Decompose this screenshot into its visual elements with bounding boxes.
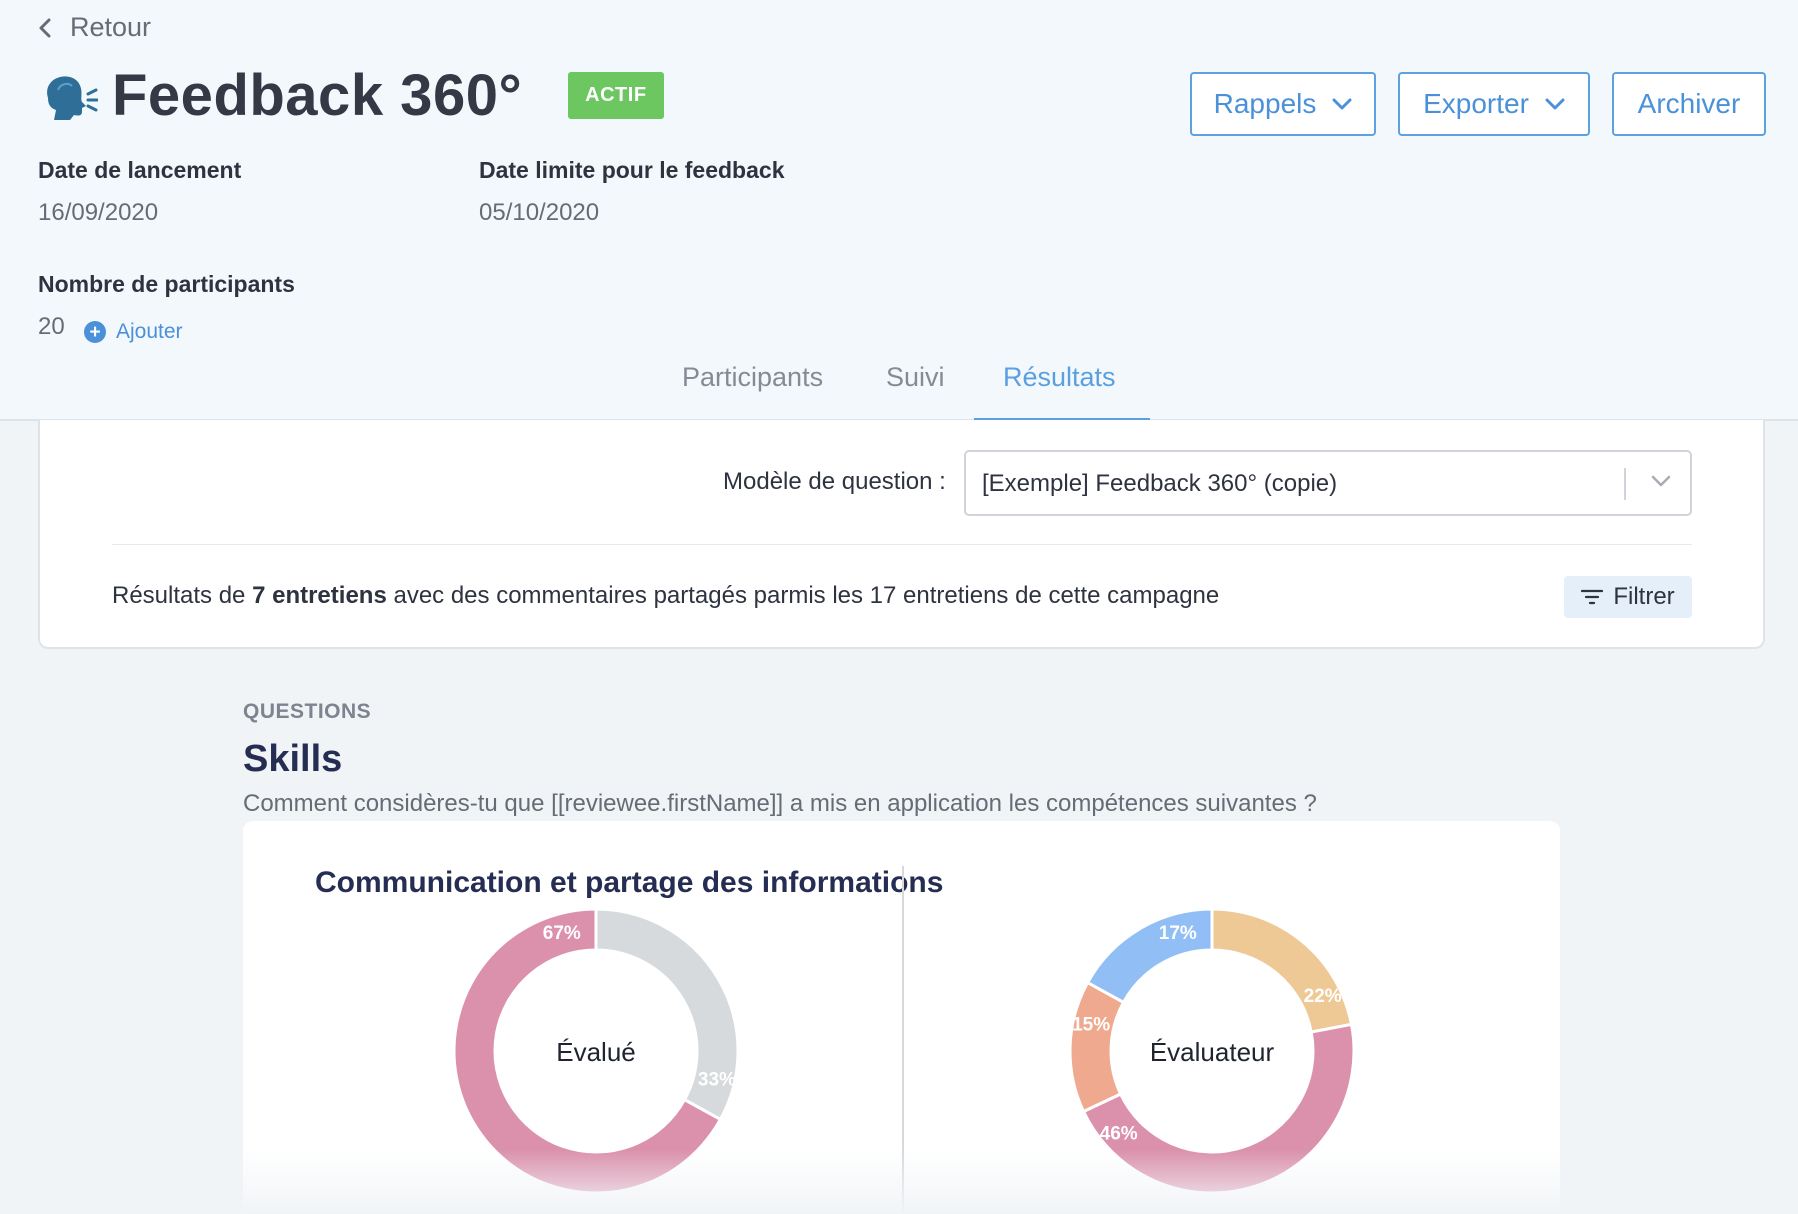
slice-percent-label: 17% xyxy=(1159,923,1197,944)
card-divider xyxy=(112,544,1692,545)
slice-percent-label: 67% xyxy=(543,923,581,944)
page-title: Feedback 360° xyxy=(112,63,523,128)
results-count: 7 entretiens xyxy=(252,582,387,609)
launch-date-label: Date de lancement xyxy=(38,157,242,183)
slice-percent-label: 46% xyxy=(1100,1124,1138,1145)
deadline-value: 05/10/2020 xyxy=(479,199,600,226)
filter-label: Filtrer xyxy=(1613,583,1675,610)
launch-date-value: 16/09/2020 xyxy=(38,199,159,226)
title-row: Feedback 360° ACTIF xyxy=(38,62,664,129)
question-description: Comment considères-tu que [[reviewee.fir… xyxy=(243,790,1317,817)
slice-percent-label: 33% xyxy=(698,1069,736,1090)
exporter-button[interactable]: Exporter xyxy=(1398,72,1590,136)
model-label: Modèle de question : xyxy=(723,468,946,495)
donut-slice xyxy=(1068,980,1126,1114)
donut-slice xyxy=(1210,907,1354,1034)
section-label: QUESTIONS xyxy=(243,700,372,723)
select-separator xyxy=(1624,468,1626,500)
rappels-button[interactable]: Rappels xyxy=(1190,72,1376,136)
question-model-value: [Exemple] Feedback 360° (copie) xyxy=(982,470,1338,497)
section-title: Skills xyxy=(243,738,343,780)
chevron-down-icon xyxy=(1545,98,1565,110)
back-link[interactable]: Retour xyxy=(38,12,151,43)
add-participant-link[interactable]: + Ajouter xyxy=(84,320,183,344)
filter-button[interactable]: Filtrer xyxy=(1564,576,1692,618)
chevron-down-icon xyxy=(1651,475,1671,487)
donut-chart-evalue: 33% 67% Évalué xyxy=(452,907,740,1195)
speaking-head-icon xyxy=(47,75,98,120)
tab-suivi[interactable]: Suivi xyxy=(886,362,945,393)
slice-percent-label: 15% xyxy=(1072,1015,1110,1036)
deadline-label: Date limite pour le feedback xyxy=(479,157,785,183)
exporter-label: Exporter xyxy=(1423,88,1529,119)
chart-title: Communication et partage des information… xyxy=(315,866,944,899)
tab-participants[interactable]: Participants xyxy=(682,362,823,393)
participants-label: Nombre de participants xyxy=(38,271,295,297)
question-model-select[interactable]: [Exemple] Feedback 360° (copie) xyxy=(964,450,1692,516)
filter-icon xyxy=(1581,589,1604,605)
add-participant-label: Ajouter xyxy=(116,320,183,343)
back-label: Retour xyxy=(70,12,152,42)
plus-circle-icon: + xyxy=(84,321,106,343)
archiver-button[interactable]: Archiver xyxy=(1612,72,1766,136)
donut-center-label: Évalué xyxy=(556,1037,636,1067)
campaign-header: Retour Feedback 360° ACTIF Rappels Expor… xyxy=(0,0,1798,421)
slice-percent-label: 22% xyxy=(1304,986,1342,1007)
donut-chart-evaluateur: 22% 46% 15% 17% Évaluateur xyxy=(1068,907,1356,1195)
donut-center-label: Évaluateur xyxy=(1150,1037,1275,1067)
chevron-left-icon xyxy=(39,18,51,37)
results-summary: Résultats de 7 entretiens avec des comme… xyxy=(112,582,1219,610)
chart-divider xyxy=(902,866,904,1214)
archiver-label: Archiver xyxy=(1637,88,1741,119)
tab-resultats[interactable]: Résultats xyxy=(1003,362,1116,393)
results-prefix: Résultats de xyxy=(112,582,253,609)
status-badge: ACTIF xyxy=(568,72,664,119)
participants-count: 20 xyxy=(38,313,65,340)
chevron-down-icon xyxy=(1332,98,1352,110)
rappels-label: Rappels xyxy=(1213,88,1317,119)
results-suffix: avec des commentaires partagés parmis le… xyxy=(386,582,1220,609)
